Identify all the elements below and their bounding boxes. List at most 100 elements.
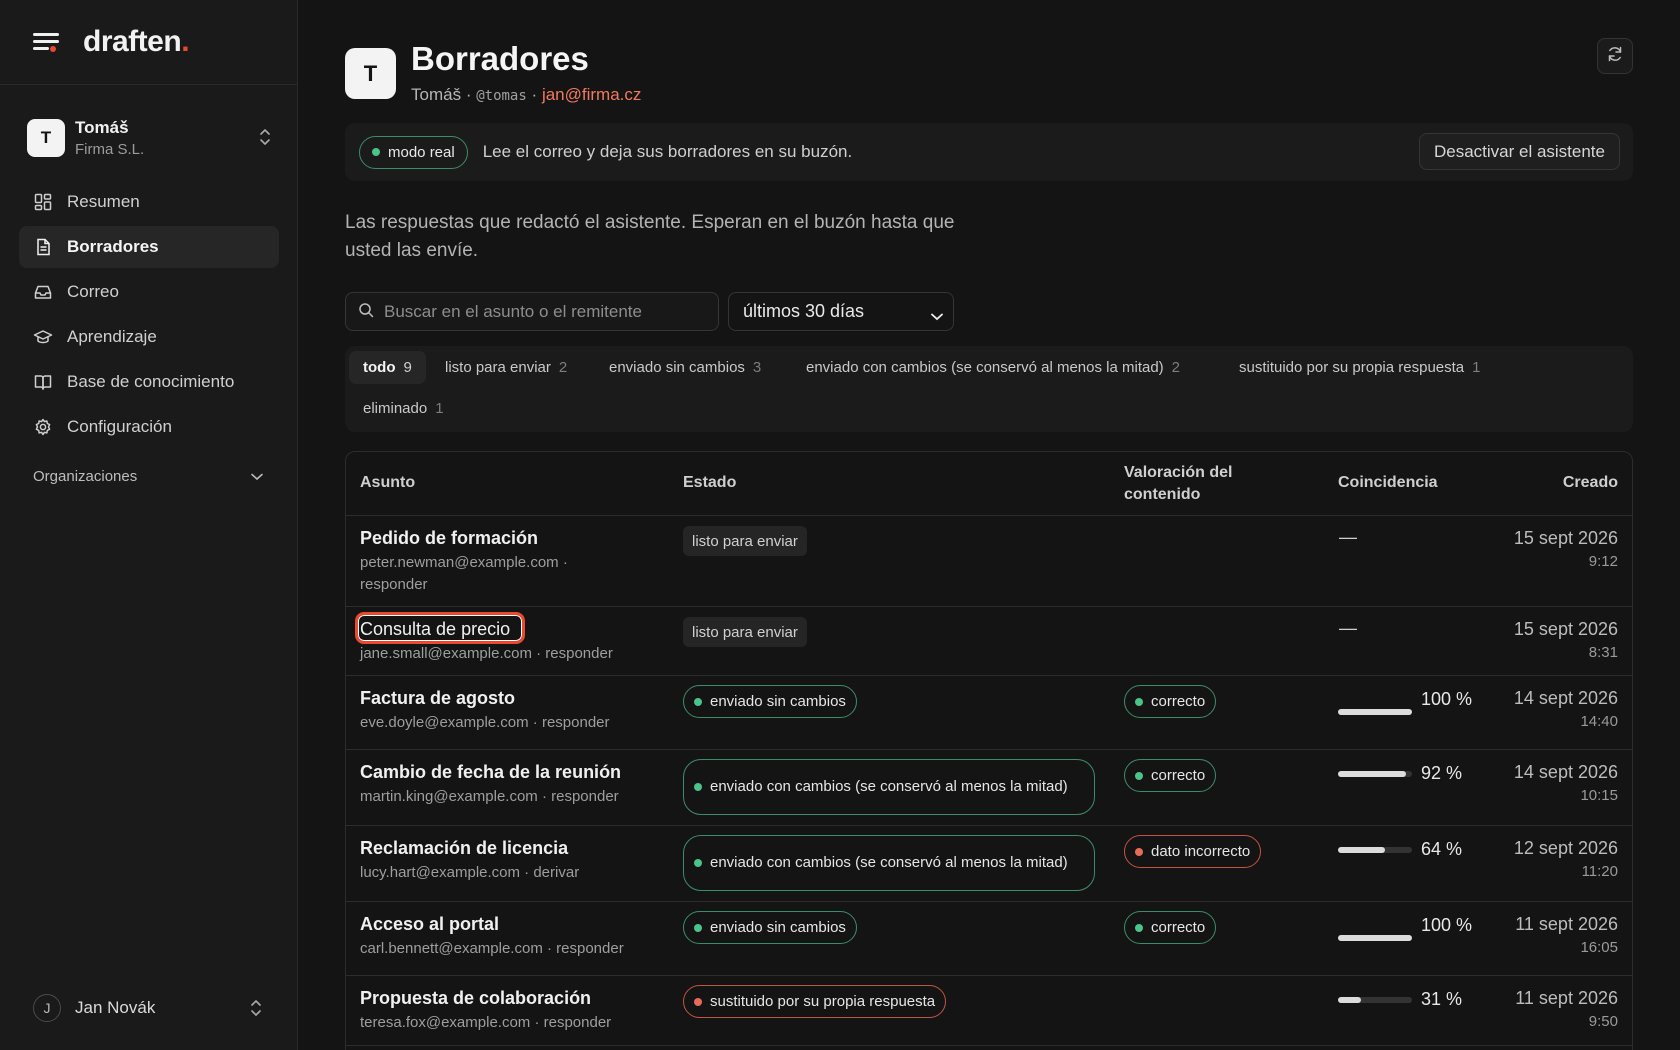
match-value: 92 % [1421, 763, 1463, 783]
nav-item-configuracion[interactable]: Configuración [19, 406, 279, 448]
match-fill [1338, 771, 1407, 777]
match-empty: — [1339, 618, 1357, 638]
table-header: Asunto Estado Valoración del contenido C… [346, 452, 1632, 516]
match-value: 100 % [1421, 915, 1473, 935]
column-header-created[interactable]: Creado [1563, 472, 1618, 494]
table-row[interactable]: Reclamación de licencia lucy.hart@exampl… [346, 826, 1632, 902]
match-bar [1338, 771, 1412, 777]
column-header-status[interactable]: Estado [683, 472, 736, 494]
refresh-button[interactable] [1597, 38, 1633, 74]
table-row[interactable]: Pedido de formación peter.newman@example… [346, 516, 1632, 607]
row-subject[interactable]: Consulta de precio [360, 619, 510, 640]
nav-item-aprendizaje[interactable]: Aprendizaje [19, 316, 279, 358]
gear-icon [33, 417, 53, 437]
refresh-icon [1606, 45, 1624, 67]
filter-tab-enviado-con-cambios[interactable]: enviado con cambios (se conservó al meno… [792, 351, 1194, 384]
row-sender: peter.newman@example.com · responder [360, 554, 568, 593]
nav-item-borradores[interactable]: Borradores [19, 226, 279, 268]
table-row[interactable]: Propuesta de colaboración teresa.fox@exa… [346, 976, 1632, 1046]
filter-tab-enviado-sin-cambios[interactable]: enviado sin cambios 3 [595, 351, 775, 384]
created-date: 15 sept 2026 [1513, 528, 1618, 548]
row-subject[interactable]: Cambio de fecha de la reunión [360, 762, 621, 783]
row-subject[interactable]: Propuesta de colaboración [360, 988, 591, 1009]
search-input[interactable] [384, 301, 704, 322]
drafts-table: Asunto Estado Valoración del contenido C… [345, 451, 1633, 1050]
status-badge: enviado sin cambios [683, 911, 857, 944]
book-icon [33, 372, 53, 392]
filter-tab-eliminado[interactable]: eliminado 1 [349, 392, 458, 425]
match-bar [1338, 935, 1412, 941]
row-sender: lucy.hart@example.com · derivar [360, 864, 580, 881]
created-date: 15 sept 2026 [1513, 619, 1618, 639]
deactivate-assistant-button[interactable]: Desactivar el asistente [1418, 133, 1620, 170]
chevron-up-down-icon [249, 997, 263, 1019]
created-time: 9:12 [1588, 553, 1618, 570]
row-sender: eve.doyle@example.com · responder [360, 714, 610, 731]
match-bar [1338, 997, 1412, 1003]
rating-badge: dato incorrecto [1124, 835, 1262, 868]
status-badge: listo para enviar [683, 526, 807, 556]
nav-label: Configuración [67, 417, 172, 436]
created-time: 16:05 [1580, 939, 1618, 956]
status-filter-tabs: todo 9 listo para enviar 2 enviado sin cam… [345, 346, 1633, 432]
match-fill [1338, 935, 1412, 941]
column-header-rating[interactable]: Valoración del contenido [1124, 462, 1254, 506]
header-handle: @tomas [476, 88, 527, 104]
match-fill [1338, 709, 1412, 715]
mode-bar: modo real Lee el correo y deja sus borra… [345, 123, 1633, 181]
status-badge: enviado con cambios (se conservó al meno… [683, 759, 1095, 815]
row-subject[interactable]: Reclamación de licencia [360, 838, 568, 859]
filter-tab-listo[interactable]: listo para enviar 2 [431, 351, 581, 384]
search-icon [358, 302, 374, 322]
mode-description: Lee el correo y deja sus borradores en s… [482, 142, 853, 161]
chevron-up-down-icon [258, 126, 272, 148]
mode-badge: modo real [359, 135, 468, 169]
page-title: Borradores [411, 40, 589, 77]
table-row[interactable]: Factura de agosto eve.doyle@example.com … [346, 676, 1632, 750]
user-avatar: J [33, 994, 61, 1022]
table-row[interactable]: Acceso al portal carl.bennett@example.co… [346, 902, 1632, 976]
graduation-cap-icon [33, 327, 53, 347]
header-email[interactable]: jan@firma.cz [542, 85, 641, 104]
column-header-match[interactable]: Coincidencia [1338, 472, 1438, 494]
column-header-subject[interactable]: Asunto [360, 472, 415, 494]
mode-label: modo real [388, 143, 455, 161]
rating-badge: correcto [1124, 759, 1217, 792]
match-bar [1338, 847, 1412, 853]
nav-item-resumen[interactable]: Resumen [19, 181, 279, 223]
match-bar [1338, 709, 1412, 715]
created-date: 11 sept 2026 [1515, 914, 1618, 934]
table-row[interactable]: Consulta de precio jane.small@example.co… [346, 607, 1632, 676]
logo: draften. [83, 25, 190, 58]
created-time: 11:20 [1581, 863, 1618, 880]
nav-label: Correo [67, 282, 119, 301]
user-menu[interactable]: J Jan Novák [33, 992, 263, 1024]
header-avatar: T [345, 48, 396, 99]
chevron-down-icon [931, 305, 943, 326]
organizations-toggle[interactable]: Organizaciones [33, 468, 263, 485]
inbox-icon [33, 282, 53, 302]
row-sender: teresa.fox@example.com · responder [360, 1014, 612, 1031]
account-switcher[interactable]: T Tomáš Firma S.L. [27, 112, 272, 164]
nav-label: Borradores [67, 237, 159, 256]
organizations-label: Organizaciones [33, 468, 138, 485]
filter-tab-todo[interactable]: todo 9 [349, 351, 426, 384]
main-content: T Borradores Tomáš · @tomas · jan@firma.… [345, 0, 1633, 1050]
menu-icon[interactable] [33, 32, 59, 52]
match-value: 100 % [1421, 689, 1473, 709]
filter-tab-sustituido[interactable]: sustituido por su propia respuesta 1 [1225, 351, 1494, 384]
header-name: Tomáš [411, 85, 462, 104]
nav-item-base-conocimiento[interactable]: Base de conocimiento [19, 361, 279, 403]
row-subject[interactable]: Acceso al portal [360, 914, 499, 935]
search-box[interactable] [345, 292, 719, 331]
period-select[interactable]: últimos 30 días [728, 292, 954, 331]
separator: · [531, 85, 538, 104]
match-empty: — [1339, 527, 1357, 547]
brand-bar: draften. [0, 0, 297, 85]
nav-item-correo[interactable]: Correo [19, 271, 279, 313]
table-row[interactable]: Cambio de fecha de la reunión martin.kin… [346, 750, 1632, 826]
match-value: 31 % [1421, 989, 1463, 1009]
row-subject[interactable]: Pedido de formación [360, 528, 538, 549]
chevron-down-icon [251, 468, 263, 485]
row-subject[interactable]: Factura de agosto [360, 688, 515, 709]
